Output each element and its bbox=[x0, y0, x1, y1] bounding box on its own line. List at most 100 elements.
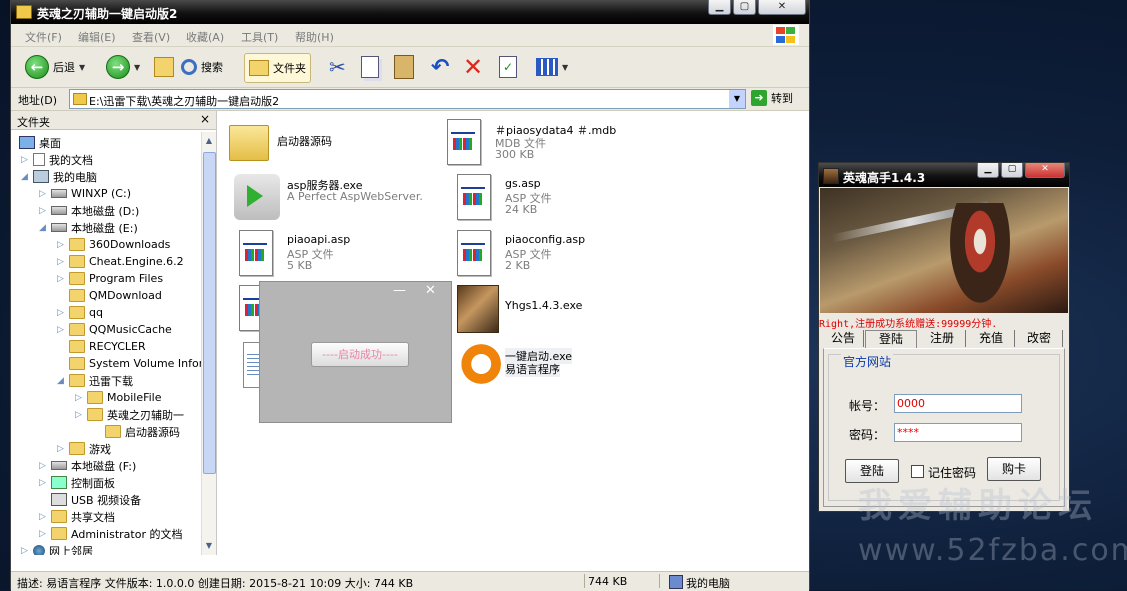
tree-item-admin-docs[interactable]: ▷ Administrator 的文档 bbox=[39, 525, 182, 542]
tree-item-folder[interactable]: ▷ MobileFile bbox=[75, 389, 162, 406]
dropdown-arrow-icon[interactable]: ▼ bbox=[134, 63, 140, 72]
account-field[interactable]: 0000 bbox=[894, 394, 1022, 413]
collapse-icon[interactable]: ◢ bbox=[57, 376, 67, 386]
tab-notice[interactable]: 公告 bbox=[823, 330, 864, 347]
close-button[interactable]: ✕ bbox=[758, 0, 806, 15]
maximize-button[interactable]: ▢ bbox=[1001, 163, 1023, 178]
up-folder-button[interactable] bbox=[154, 53, 174, 81]
file-item[interactable]: piaoconfig.asp ASP 文件 2 KB bbox=[457, 226, 667, 280]
menu-view[interactable]: 查看(V) bbox=[132, 29, 170, 45]
remember-password-checkbox[interactable] bbox=[911, 465, 924, 478]
menu-tools[interactable]: 工具(T) bbox=[241, 29, 278, 45]
search-button[interactable]: 搜索 bbox=[181, 53, 223, 81]
go-button[interactable]: ➜ 转到 bbox=[751, 90, 793, 106]
tree-item-folder[interactable]: QMDownload bbox=[57, 287, 162, 304]
expand-icon[interactable]: ▷ bbox=[21, 155, 31, 165]
expand-icon[interactable]: ▷ bbox=[21, 546, 31, 556]
undo-button[interactable]: ↶ bbox=[431, 53, 449, 81]
tab-login[interactable]: 登陆 bbox=[865, 330, 917, 348]
tree-item-network[interactable]: ▷ 网上邻居 bbox=[21, 542, 93, 555]
tree-item-drive-d[interactable]: ▷ 本地磁盘 (D:) bbox=[39, 202, 139, 219]
tree-item-documents[interactable]: ▷ 我的文档 bbox=[21, 151, 93, 168]
menu-edit[interactable]: 编辑(E) bbox=[78, 29, 116, 45]
tab-recharge[interactable]: 充值 bbox=[968, 330, 1015, 347]
tree-item-folder[interactable]: 启动器源码 bbox=[103, 423, 180, 440]
address-input[interactable]: E:\迅雷下载\英魂之刃辅助一键启动版2 ▼ bbox=[69, 89, 746, 109]
back-button[interactable]: ← 后退 ▼ bbox=[25, 53, 85, 81]
official-site-link[interactable]: 官方网站 bbox=[841, 353, 894, 370]
tree-item-folder[interactable]: ▷ Program Files bbox=[57, 270, 163, 287]
expand-icon[interactable]: ▷ bbox=[39, 512, 49, 522]
views-button[interactable]: ▼ bbox=[536, 53, 568, 81]
cut-button[interactable]: ✂ bbox=[329, 53, 346, 81]
expand-icon[interactable]: ▷ bbox=[57, 257, 67, 267]
menu-file[interactable]: 文件(F) bbox=[25, 29, 62, 45]
tree-item-desktop[interactable]: 桌面 bbox=[17, 134, 61, 151]
tab-change-password[interactable]: 改密 bbox=[1016, 330, 1063, 347]
menu-help[interactable]: 帮助(H) bbox=[295, 29, 334, 45]
file-item[interactable]: 启动器源码 bbox=[229, 115, 439, 169]
paste-button[interactable] bbox=[394, 53, 414, 81]
minimize-icon[interactable]: — bbox=[393, 283, 406, 298]
expand-icon[interactable]: ▷ bbox=[39, 189, 49, 199]
file-item[interactable]: gs.asp ASP 文件 24 KB bbox=[457, 170, 667, 224]
expand-icon[interactable]: ▷ bbox=[57, 240, 67, 250]
close-button[interactable]: ✕ bbox=[1025, 163, 1065, 178]
tree-item-folder[interactable]: ▷ qq bbox=[57, 304, 103, 321]
dropdown-arrow-icon[interactable]: ▼ bbox=[79, 63, 85, 72]
tree-item-drive-e[interactable]: ◢ 本地磁盘 (E:) bbox=[39, 219, 138, 236]
password-field[interactable]: **** bbox=[894, 423, 1022, 442]
menu-favorites[interactable]: 收藏(A) bbox=[186, 29, 224, 45]
expand-icon[interactable]: ▷ bbox=[75, 410, 85, 420]
delete-button[interactable]: ✕ bbox=[463, 53, 483, 81]
expand-icon[interactable]: ▷ bbox=[39, 478, 49, 488]
tree-item-shared[interactable]: ▷ 共享文档 bbox=[39, 508, 115, 525]
file-item[interactable]: 一键启动.exe 易语言程序 bbox=[457, 338, 667, 392]
scroll-thumb[interactable] bbox=[203, 152, 216, 474]
expand-icon[interactable]: ▷ bbox=[39, 529, 49, 539]
tree-scrollbar[interactable]: ▲ ▼ bbox=[201, 132, 216, 555]
maximize-button[interactable]: ▢ bbox=[733, 0, 756, 15]
file-item[interactable]: asp服务器.exe A Perfect AspWebServer. bbox=[234, 170, 444, 224]
address-dropdown-icon[interactable]: ▼ bbox=[729, 90, 745, 108]
tab-register[interactable]: 注册 bbox=[919, 330, 966, 347]
launch-success-button[interactable]: ----启动成功---- bbox=[311, 342, 409, 367]
collapse-icon[interactable]: ◢ bbox=[39, 223, 49, 233]
expand-icon[interactable]: ▷ bbox=[39, 461, 49, 471]
expand-icon[interactable]: ▷ bbox=[57, 325, 67, 335]
tree-item-xunlei[interactable]: ◢ 迅雷下载 bbox=[57, 372, 133, 389]
properties-button[interactable]: ✓ bbox=[499, 53, 517, 81]
close-icon[interactable]: ✕ bbox=[425, 283, 436, 298]
folders-button[interactable]: 文件夹 bbox=[244, 53, 311, 83]
tree-item-current-folder[interactable]: ▷ 英魂之刃辅助一 bbox=[75, 406, 184, 423]
tree-item-folder[interactable]: ▷ 游戏 bbox=[57, 440, 111, 457]
minimize-button[interactable]: ▁ bbox=[708, 0, 731, 15]
tree-item-folder[interactable]: ▷ 360Downloads bbox=[57, 236, 170, 253]
close-icon[interactable]: × bbox=[200, 112, 210, 126]
tree-item-usb[interactable]: USB 视频设备 bbox=[39, 491, 141, 508]
tree-item-folder[interactable]: System Volume Inform bbox=[57, 355, 214, 372]
scroll-up-icon[interactable]: ▲ bbox=[203, 134, 215, 148]
file-item[interactable]: ＃piaosydata4 ＃.mdb MDB 文件 300 KB bbox=[447, 115, 657, 169]
expand-icon[interactable]: ▷ bbox=[57, 444, 67, 454]
tree-item-computer[interactable]: ◢ 我的电脑 bbox=[21, 168, 97, 185]
expand-icon[interactable]: ▷ bbox=[57, 308, 67, 318]
tree-item-folder[interactable]: RECYCLER bbox=[57, 338, 146, 355]
copy-button[interactable] bbox=[361, 53, 379, 81]
expand-icon[interactable]: ▷ bbox=[75, 393, 85, 403]
file-item[interactable]: piaoapi.asp ASP 文件 5 KB bbox=[239, 226, 449, 280]
tree-item-control-panel[interactable]: ▷ 控制面板 bbox=[39, 474, 115, 491]
expand-icon[interactable]: ▷ bbox=[57, 274, 67, 284]
file-item[interactable]: Yhgs1.4.3.exe bbox=[457, 281, 667, 335]
forward-button[interactable]: → ▼ bbox=[106, 53, 140, 81]
game-titlebar[interactable]: 英魂高手1.4.3 ▁ ▢ ✕ bbox=[819, 163, 1069, 187]
scroll-down-icon[interactable]: ▼ bbox=[203, 539, 215, 553]
tree-item-drive-c[interactable]: ▷ WINXP (C:) bbox=[39, 185, 131, 202]
tree-item-folder[interactable]: ▷ QQMusicCache bbox=[57, 321, 172, 338]
tree-item-folder[interactable]: ▷ Cheat.Engine.6.2 bbox=[57, 253, 184, 270]
explorer-titlebar[interactable]: 英魂之刃辅助一键启动版2 bbox=[11, 0, 809, 24]
tree-item-drive-f[interactable]: ▷ 本地磁盘 (F:) bbox=[39, 457, 136, 474]
expand-icon[interactable]: ▷ bbox=[39, 206, 49, 216]
collapse-icon[interactable]: ◢ bbox=[21, 172, 31, 182]
minimize-button[interactable]: ▁ bbox=[977, 163, 999, 178]
